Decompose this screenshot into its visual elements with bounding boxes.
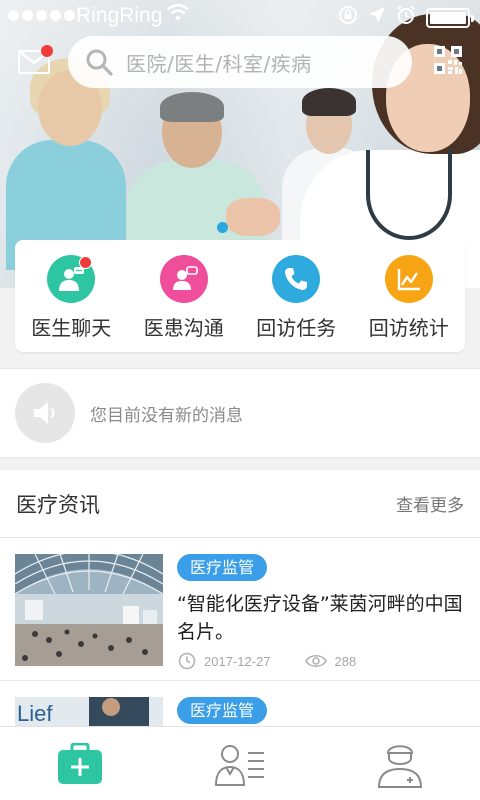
carrier-name: RingRing (76, 4, 163, 27)
notice-bar[interactable]: 您目前没有新的消息 (0, 368, 480, 458)
banner-photo-patient-hair (160, 92, 224, 122)
clock-icon (178, 652, 196, 670)
status-bar: RingRing (0, 0, 480, 34)
quick-menu-label: 医患沟通 (143, 316, 224, 340)
alarm-clock-icon (396, 5, 416, 30)
bottom-tab-bar (0, 726, 480, 800)
article-thumbnail (15, 554, 163, 666)
tab-home[interactable] (0, 727, 160, 800)
search-placeholder: 医院/医生/科室/疾病 (126, 51, 312, 76)
news-section-title: 医疗资讯 (16, 492, 100, 517)
location-arrow-icon (368, 6, 386, 29)
article-tag: 医疗监管 (177, 697, 268, 724)
signal-dots-icon (8, 10, 75, 21)
app-screen: RingRing 医院/医生/科室/疾病 医生聊天 医患沟通 回访任务 回访统计… (0, 0, 480, 800)
thumbnail-logo-text: Lief (17, 701, 53, 726)
search-icon (86, 49, 113, 76)
news-article[interactable]: 医疗监管 “智能化医疗设备”莱茵河畔的中国名片。 2017-12-27 288 (0, 538, 480, 681)
banner-page-indicator[interactable] (217, 222, 228, 233)
quick-menu-patient-communication[interactable]: 医患沟通 (128, 240, 241, 352)
article-meta: 2017-12-27 288 (178, 652, 356, 670)
chart-icon (384, 255, 433, 303)
eye-icon (304, 655, 327, 667)
quick-menu-followup-task[interactable]: 回访任务 (240, 240, 353, 352)
article-date: 2017-12-27 (204, 653, 271, 669)
news-header: 医疗资讯 查看更多 (0, 470, 480, 538)
quick-menu-followup-stats[interactable]: 回访统计 (353, 240, 466, 352)
orientation-lock-icon (338, 5, 358, 30)
patient-communication-icon (159, 255, 208, 303)
banner-photo-stethoscope (366, 150, 452, 240)
article-tag: 医疗监管 (177, 554, 268, 581)
banner-photo-doctor-hand (226, 198, 280, 236)
search-bar[interactable]: 医院/医生/科室/疾病 (68, 36, 412, 88)
view-more-link[interactable]: 查看更多 (396, 491, 464, 516)
banner-photo-doctor-back-hair (302, 88, 356, 116)
quick-menu: 医生聊天 医患沟通 回访任务 回访统计 (15, 240, 465, 352)
tab-profile[interactable] (320, 727, 480, 800)
phone-icon (272, 255, 321, 303)
quick-menu-label: 回访统计 (368, 316, 449, 340)
notice-text: 您目前没有新的消息 (90, 405, 243, 426)
tab-patients[interactable] (160, 727, 320, 800)
speaker-icon (15, 383, 75, 443)
patient-list-icon (214, 744, 264, 786)
battery-level (430, 11, 466, 24)
medical-kit-icon (58, 742, 102, 784)
quick-menu-label: 回访任务 (256, 316, 337, 340)
qr-code-icon[interactable] (434, 46, 462, 74)
quick-menu-doctor-chat[interactable]: 医生聊天 (15, 240, 128, 352)
wifi-icon (166, 3, 190, 29)
doctor-chat-badge (79, 256, 92, 269)
quick-menu-label: 医生聊天 (31, 316, 112, 340)
article-views: 288 (334, 653, 357, 669)
battery-icon (426, 7, 474, 28)
article-title: “智能化医疗设备”莱茵河畔的中国名片。 (177, 593, 463, 643)
doctor-profile-icon (377, 744, 423, 788)
mail-unread-badge (41, 45, 53, 57)
